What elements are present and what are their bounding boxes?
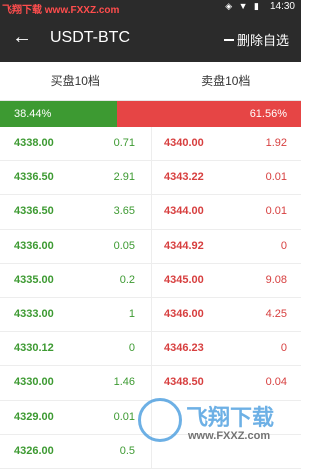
bid-quantity: 0.5 [119, 444, 135, 457]
bid-quantity: 0.05 [113, 239, 135, 252]
bid-price: 4335.00 [14, 273, 54, 286]
order-row: 4336.50 3.65 4344.00 0.01 [0, 195, 301, 230]
order-row: 4330.00 1.46 4348.50 0.04 [0, 366, 301, 401]
bid-quantity: 0.71 [113, 137, 135, 149]
bid-price: 4336.50 [14, 171, 54, 184]
bid-quantity: 0.2 [119, 273, 135, 286]
column-divider [151, 332, 152, 366]
bid-quantity: 0 [128, 342, 135, 355]
status-icons: ◈ ▼ ▮ [225, 1, 261, 11]
order-row: 4330.12 0 4346.23 0 [0, 332, 301, 367]
ask-quantity: 0.01 [265, 205, 287, 218]
buy-sell-ratio-bar: 38.44% 61.56% [0, 101, 301, 127]
ask-quantity: 0 [280, 342, 287, 355]
bid-price: 4336.00 [14, 239, 54, 252]
bid-price: 4326.00 [14, 444, 54, 457]
ask-price: 4343.22 [164, 171, 204, 184]
bid-quantity: 1.46 [113, 376, 135, 389]
remove-favorite-button[interactable]: 删除自选 [223, 30, 289, 49]
bid-quantity: 3.65 [113, 205, 135, 218]
ask-price: 4344.92 [164, 239, 204, 252]
order-row: 4338.00 0.71 4340.00 1.92 [0, 127, 301, 162]
order-book-list: 4338.00 0.71 4340.00 1.92 4336.50 2.91 4343.2… [0, 127, 301, 469]
bid-quantity: 0.01 [113, 410, 135, 423]
ask-quantity: 4.25 [265, 307, 287, 320]
ask-price: 4346.23 [164, 342, 204, 355]
status-bar: 飞翔下载 www.FXXZ.com ◈ ▼ ▮ 14:30 [0, 0, 301, 16]
column-divider [151, 161, 152, 195]
app-toolbar: ← USDT-BTC 删除自选 [0, 14, 301, 62]
ask-quantity: 1.92 [265, 137, 287, 149]
order-row: 4329.00 0.01 [0, 400, 301, 435]
column-divider [151, 400, 152, 434]
bid-price: 4336.50 [14, 205, 54, 218]
ask-price: 4344.00 [164, 205, 204, 218]
tab-buy-depth[interactable]: 买盘10档 [0, 62, 151, 100]
bid-price: 4329.00 [14, 410, 54, 423]
ask-price: 4345.00 [164, 273, 204, 286]
column-divider [151, 195, 152, 229]
order-row: 4333.00 1 4346.00 4.25 [0, 297, 301, 333]
bid-price: 4333.00 [14, 307, 54, 320]
ask-quantity: 0 [280, 239, 287, 252]
bid-price: 4330.00 [14, 376, 54, 389]
bid-price: 4330.12 [14, 342, 54, 355]
sell-ratio: 61.56% [117, 101, 301, 127]
order-row: 4336.00 0.05 4344.92 0 [0, 229, 301, 264]
column-divider [151, 434, 152, 468]
column-divider [151, 366, 152, 400]
bid-quantity: 2.91 [113, 171, 135, 184]
bid-quantity: 1 [128, 307, 135, 320]
order-row: 4336.50 2.91 4343.22 0.01 [0, 161, 301, 196]
order-row: 4335.00 0.2 4345.00 9.08 [0, 263, 301, 298]
ask-quantity: 0.04 [265, 376, 287, 389]
column-divider [151, 263, 152, 297]
ask-quantity: 9.08 [265, 273, 287, 286]
page-title: USDT-BTC [50, 29, 130, 46]
buy-ratio: 38.44% [0, 101, 117, 127]
column-divider [151, 127, 152, 161]
ask-price: 4348.50 [164, 376, 204, 389]
order-row: 4326.00 0.5 [0, 434, 301, 469]
ask-price: 4346.00 [164, 307, 204, 320]
status-time: 14:30 [269, 1, 295, 12]
ask-quantity: 0.01 [265, 171, 287, 184]
back-arrow-icon[interactable]: ← [12, 26, 36, 50]
bid-price: 4338.00 [14, 137, 54, 149]
tab-sell-depth[interactable]: 卖盘10档 [151, 62, 302, 100]
column-divider [151, 229, 152, 263]
column-divider [151, 297, 152, 332]
ask-price: 4340.00 [164, 137, 204, 149]
remove-favorite-label: 删除自选 [236, 33, 289, 48]
orderbook-tabs: 买盘10档 卖盘10档 [0, 62, 301, 101]
minus-icon [223, 38, 234, 41]
